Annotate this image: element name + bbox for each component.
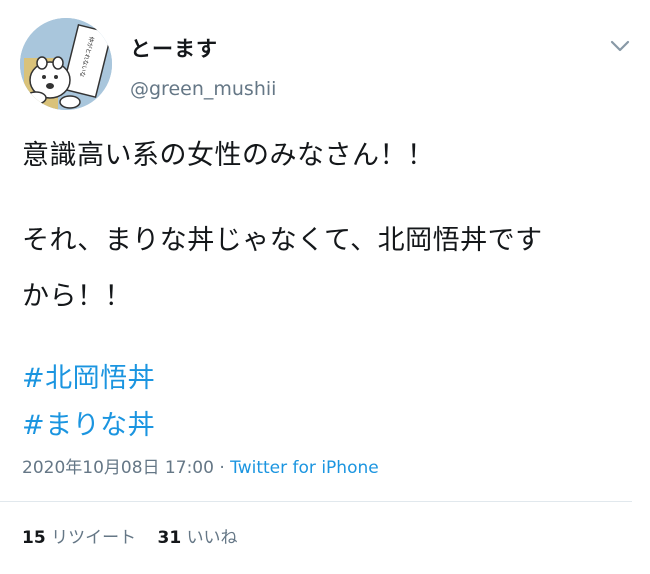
tweet-source-link[interactable]: Twitter for iPhone [230, 458, 379, 478]
retweets-label: リツイート [51, 528, 137, 548]
hashtag-link[interactable]: #北岡悟丼 [22, 361, 155, 397]
tweet-meta: 2020年10月08日 17:00 · Twitter for iPhone [22, 456, 379, 480]
likes-stat[interactable]: 31 いいね [157, 526, 237, 550]
retweets-count: 15 [22, 528, 46, 548]
display-name[interactable]: とーます [130, 33, 218, 63]
likes-label: いいね [186, 528, 238, 548]
divider [0, 501, 632, 502]
chevron-down-icon[interactable] [606, 34, 634, 58]
tweet-stats: 15 リツイート 31 いいね [22, 526, 238, 550]
tweet-text-line: 意識高い系の女性のみなさん！！ [22, 140, 435, 171]
retweets-stat[interactable]: 15 リツイート [22, 526, 136, 550]
likes-count: 31 [157, 528, 182, 548]
tweet-text-line: から！！ [22, 281, 132, 312]
tweet-text-line: それ、まりな丼じゃなくて、北岡悟丼です [22, 225, 543, 256]
tweet-card: 仲がとれないな とーます @green_mushii 意識高い系の女性のみなさん… [0, 0, 650, 574]
avatar-illustration: 仲がとれないな [20, 18, 112, 110]
user-handle[interactable]: @green_mushii [130, 78, 276, 100]
hashtag-link[interactable]: #まりな丼 [22, 408, 155, 444]
tweet-timestamp[interactable]: 2020年10月08日 17:00 [22, 458, 214, 478]
meta-separator: · [213, 458, 231, 478]
avatar[interactable]: 仲がとれないな [20, 18, 112, 110]
